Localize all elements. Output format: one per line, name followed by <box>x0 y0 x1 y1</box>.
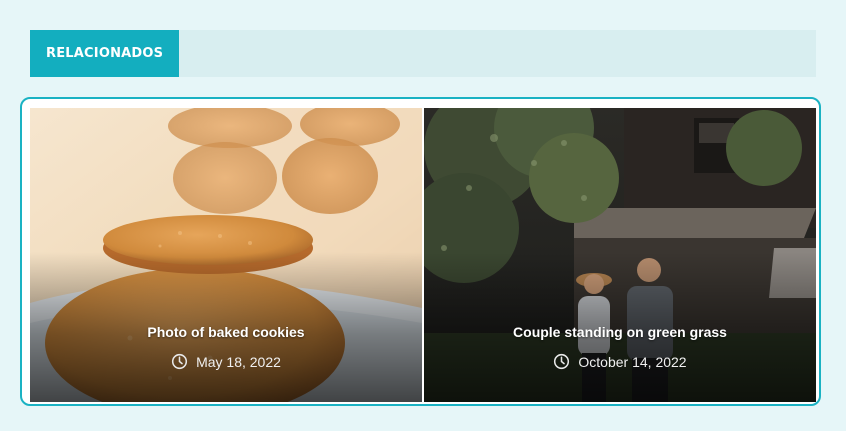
related-post-title-2[interactable]: Couple standing on green grass <box>424 324 816 340</box>
related-post-card-1[interactable]: Photo of baked cookies May 18, 2022 <box>30 108 422 402</box>
related-posts-carousel: Photo of baked cookies May 18, 2022 Coup… <box>20 97 821 406</box>
clock-icon <box>553 353 570 370</box>
related-post-date-2: October 14, 2022 <box>578 353 687 370</box>
related-post-title-1[interactable]: Photo of baked cookies <box>30 324 422 340</box>
related-section-header: RELACIONADOS <box>30 30 816 77</box>
related-post-date-1: May 18, 2022 <box>196 353 281 370</box>
clock-icon <box>171 353 188 370</box>
related-post-meta-2: October 14, 2022 <box>424 353 816 370</box>
related-section-title: RELACIONADOS <box>30 30 180 77</box>
related-post-card-2[interactable]: Couple standing on green grass October 1… <box>424 108 816 402</box>
related-post-meta-1: May 18, 2022 <box>30 353 422 370</box>
